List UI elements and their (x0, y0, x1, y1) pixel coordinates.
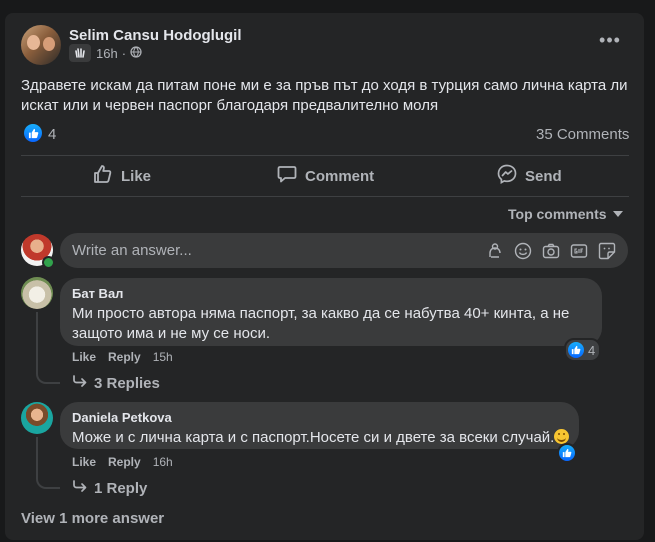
commenter-avatar[interactable] (21, 402, 53, 434)
comment-time[interactable]: 16h (153, 455, 173, 469)
gif-icon[interactable] (570, 242, 588, 260)
comments-count-link[interactable]: 35 Comments (536, 126, 629, 143)
thread-line (36, 312, 38, 372)
author-avatar[interactable] (21, 25, 61, 65)
emoji-icon[interactable] (514, 242, 532, 260)
send-icon (497, 164, 517, 188)
replies-label: 1 Reply (94, 479, 148, 497)
comment-label: Comment (305, 167, 375, 185)
like-button[interactable]: Like (93, 165, 151, 187)
comment-reactions[interactable]: 4 (564, 338, 602, 362)
more-options-button[interactable]: ••• (598, 30, 622, 52)
view-replies-button[interactable]: 3 Replies (72, 374, 160, 392)
comment-reply-button[interactable]: Reply (108, 350, 141, 364)
comment-author[interactable]: Daniela Petkova (72, 410, 567, 425)
avatar-sticker-icon[interactable] (486, 242, 504, 260)
divider-top (21, 155, 629, 156)
send-label: Send (525, 167, 562, 185)
replies-label: 3 Replies (94, 374, 160, 392)
comment-like-button[interactable]: Like (72, 350, 96, 364)
camera-icon[interactable] (542, 242, 560, 260)
comment-button[interactable]: Comment (277, 165, 374, 187)
answer-composer[interactable] (60, 233, 628, 268)
more-icon: ••• (599, 30, 621, 50)
comment-actions: Like Reply 15h (72, 350, 173, 364)
comment-time[interactable]: 15h (153, 350, 173, 364)
globe-icon (130, 46, 142, 61)
comment-bubble: Бат Вал Ми просто автора няма паспорт, з… (60, 278, 602, 346)
commenter-avatar[interactable] (21, 277, 53, 309)
comment-text: Може и с лична карта и с паспорт.Носете … (72, 429, 555, 446)
post-time[interactable]: 16h (96, 46, 118, 61)
view-replies-button[interactable]: 1 Reply (72, 479, 147, 497)
view-more-answers-button[interactable]: View 1 more answer (21, 510, 164, 527)
comment-reply-button[interactable]: Reply (108, 455, 141, 469)
comment-like-reaction-icon[interactable] (557, 443, 577, 463)
divider-bottom (21, 196, 629, 197)
comment-icon (277, 164, 297, 188)
reply-arrow-icon (72, 479, 88, 497)
sticker-icon[interactable] (598, 242, 616, 260)
separator-dot: · (121, 46, 127, 61)
answer-input[interactable] (72, 233, 486, 268)
comment-author[interactable]: Бат Вал (72, 286, 590, 301)
post-body: Здравете искам да питам поне ми е за пръ… (21, 77, 628, 114)
composer-tools (486, 242, 616, 260)
wave-icon (69, 44, 91, 62)
comment-text-row: Може и с лична карта и с паспорт.Носете … (72, 428, 570, 448)
comment-bubble: Daniela Petkova Може и с лична карта и с… (60, 402, 579, 449)
like-icon[interactable] (24, 124, 42, 142)
send-button[interactable]: Send (497, 164, 562, 188)
post-author-name[interactable]: Selim Cansu Hodoglugil (69, 27, 242, 44)
thread-line (36, 437, 38, 477)
comment-reaction-count: 4 (588, 342, 596, 358)
post-meta: 16h · (96, 46, 142, 61)
like-icon (568, 342, 584, 358)
like-outline-icon (93, 164, 113, 188)
thread-connector (36, 473, 60, 489)
like-label: Like (121, 167, 152, 185)
sort-label: Top comments (508, 206, 607, 222)
comment-sort-dropdown[interactable]: Top comments (508, 206, 623, 222)
reaction-count[interactable]: 4 (48, 126, 56, 143)
comment-like-button[interactable]: Like (72, 455, 96, 469)
online-status-dot (42, 256, 55, 269)
thread-connector (36, 368, 60, 384)
reply-arrow-icon (72, 374, 88, 392)
comment-actions: Like Reply 16h (72, 455, 173, 469)
smile-emoji-icon (554, 429, 570, 444)
comment-text: Ми просто автора няма паспорт, за какво … (72, 305, 570, 342)
chevron-down-icon (612, 211, 623, 217)
